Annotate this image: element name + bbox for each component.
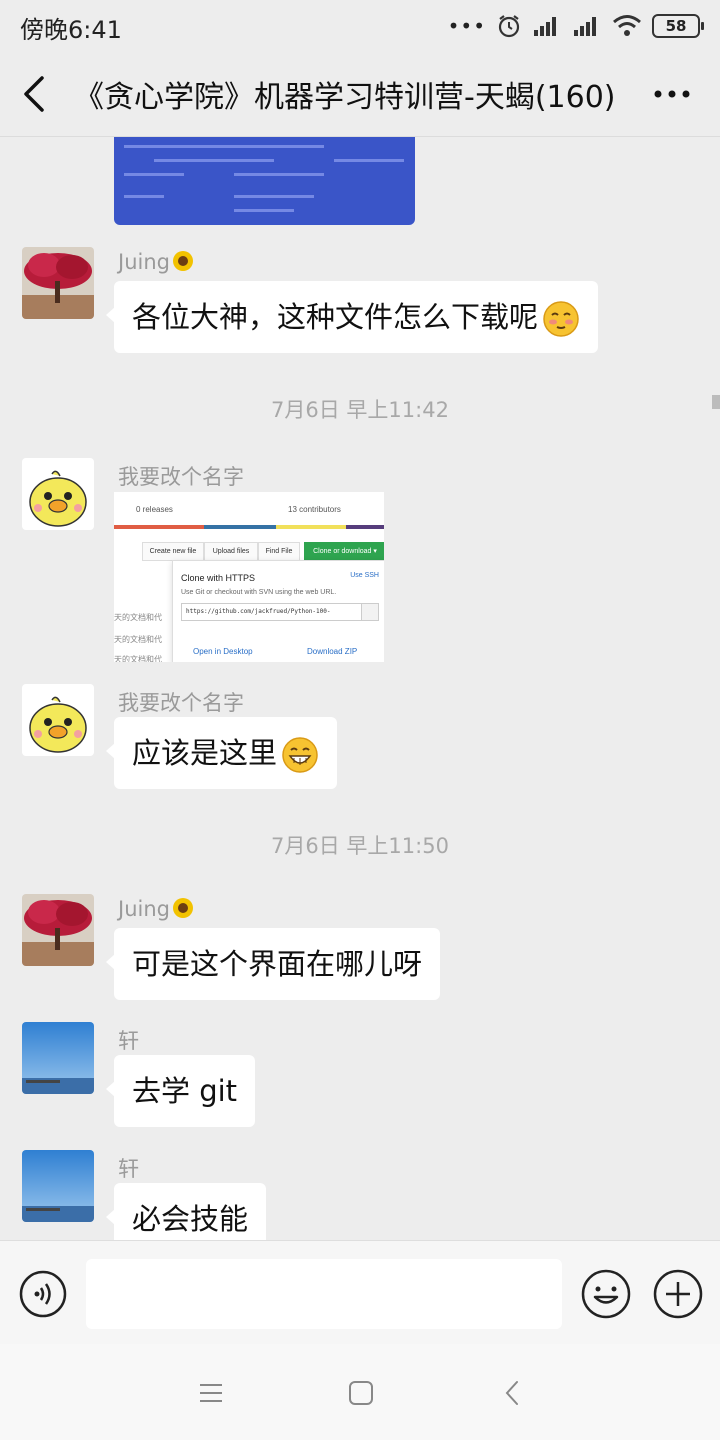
chevron-left-icon xyxy=(505,1381,518,1405)
blush-face-emoji-icon xyxy=(543,301,579,337)
voice-input-button[interactable] xyxy=(18,1269,68,1319)
signal-icon-2 xyxy=(574,17,596,36)
sunflower-icon xyxy=(172,251,193,271)
message-text: 各位大神，这种文件怎么下载呢 xyxy=(132,300,539,334)
releases-count: 0 releases xyxy=(136,505,173,514)
side-text: 天的文档和代 xyxy=(114,655,162,662)
timestamp: 7月6日 早上11:42 xyxy=(271,398,449,422)
use-ssh-link[interactable]: Use SSH xyxy=(350,572,379,579)
clone-or-download-button[interactable]: Clone or download ▾ xyxy=(304,542,384,561)
clone-popup: Clone with HTTPS Use SSH Use Git or chec… xyxy=(172,560,384,662)
back-button[interactable] xyxy=(14,70,58,118)
more-options-button[interactable] xyxy=(650,74,694,114)
smiley-face-icon xyxy=(581,1269,631,1319)
clone-url-field[interactable]: https://github.com/jackfrued/Python-100- xyxy=(181,603,367,621)
status-time: 傍晚6:41 xyxy=(20,16,122,44)
sender-name: Juing xyxy=(118,250,194,274)
sender-name: 我要改个名字 xyxy=(118,465,244,489)
avatar-xuan[interactable] xyxy=(22,1022,94,1094)
duck-avatar-image xyxy=(22,684,94,756)
square-home-icon xyxy=(349,1381,373,1405)
status-bar: 傍晚6:41 ••• 58 xyxy=(0,0,720,52)
system-navigation-bar xyxy=(0,1344,720,1440)
more-actions-button[interactable] xyxy=(652,1268,704,1320)
contributors-count: 13 contributors xyxy=(288,505,341,514)
emoji-button[interactable] xyxy=(580,1268,632,1320)
message-bubble[interactable]: 可是这个界面在哪儿呀 xyxy=(105,928,441,1000)
sender-name: 轩 xyxy=(118,1157,139,1181)
avatar-duck[interactable] xyxy=(22,458,94,530)
battery-indicator: 58 xyxy=(652,14,704,38)
clone-description: Use Git or checkout with SVN using the w… xyxy=(181,589,337,596)
sender-name: 我要改个名字 xyxy=(118,691,244,715)
message-bubble[interactable]: 应该是这里 xyxy=(105,717,338,789)
sea-avatar-image xyxy=(22,1150,94,1222)
sunflower-icon xyxy=(172,898,193,918)
message-text: 应该是这里 xyxy=(132,736,278,770)
red-tree-avatar-image xyxy=(22,247,94,319)
grin-face-emoji-icon xyxy=(282,737,318,773)
status-icons: ••• 58 xyxy=(447,10,704,42)
sender-name: 轩 xyxy=(118,1029,139,1053)
message-bubble[interactable]: 各位大神，这种文件怎么下载呢 xyxy=(105,281,599,353)
side-text: 天的文档和代 xyxy=(114,635,162,644)
chat-messages[interactable]: Juing 各位大神，这种文件怎么下载呢 7月6日 早上11:42 我要改个名字… xyxy=(0,137,720,1240)
sea-avatar-image xyxy=(22,1022,94,1094)
alarm-icon xyxy=(498,15,520,38)
more-notifications-icon: ••• xyxy=(447,14,486,38)
upload-files-button[interactable]: Upload files xyxy=(204,542,258,561)
more-dots-icon xyxy=(654,90,690,98)
message-bubble[interactable]: 去学 git xyxy=(105,1055,256,1127)
duck-avatar-image xyxy=(22,458,94,530)
sender-name: Juing xyxy=(118,897,194,921)
chat-header: 《贪心学院》机器学习特训营-天蝎(160) xyxy=(0,52,720,137)
create-new-file-button[interactable]: Create new file xyxy=(142,542,204,561)
chevron-left-icon xyxy=(24,76,44,112)
avatar-duck[interactable] xyxy=(22,684,94,756)
system-back-button[interactable] xyxy=(498,1378,528,1408)
github-screenshot-image-message[interactable]: 0 releases 13 contributors Create new fi… xyxy=(114,492,384,662)
side-text: 天的文档和代 xyxy=(114,613,162,622)
plus-circle-icon xyxy=(653,1269,703,1319)
github-header-row: 0 releases 13 contributors xyxy=(114,492,384,526)
wifi-icon xyxy=(613,15,641,36)
voice-icon xyxy=(19,1270,67,1318)
message-text: 去学 git xyxy=(132,1074,238,1108)
message-input[interactable] xyxy=(86,1259,562,1329)
timestamp: 7月6日 早上11:50 xyxy=(271,834,449,858)
home-button[interactable] xyxy=(346,1378,376,1408)
download-zip-link[interactable]: Download ZIP xyxy=(307,647,357,656)
red-tree-avatar-image xyxy=(22,894,94,966)
recent-apps-button[interactable] xyxy=(196,1378,226,1408)
avatar-xuan[interactable] xyxy=(22,1150,94,1222)
clipboard-icon[interactable] xyxy=(361,603,379,621)
signal-icon-1 xyxy=(534,17,556,36)
chat-title: 《贪心学院》机器学习特训营-天蝎(160) xyxy=(74,80,616,115)
message-text: 必会技能 xyxy=(132,1202,249,1236)
scrollbar-thumb[interactable] xyxy=(712,395,720,409)
message-bubble[interactable]: 必会技能 xyxy=(105,1183,267,1240)
message-text: 可是这个界面在哪儿呀 xyxy=(132,947,423,981)
avatar-juing[interactable] xyxy=(22,894,94,966)
avatar-juing[interactable] xyxy=(22,247,94,319)
menu-lines-icon xyxy=(200,1384,222,1402)
message-input-bar xyxy=(0,1240,720,1345)
find-file-button[interactable]: Find File xyxy=(258,542,300,561)
clone-title: Clone with HTTPS xyxy=(181,573,256,583)
shared-image-message[interactable] xyxy=(114,137,415,225)
open-in-desktop-link[interactable]: Open in Desktop xyxy=(193,647,253,656)
